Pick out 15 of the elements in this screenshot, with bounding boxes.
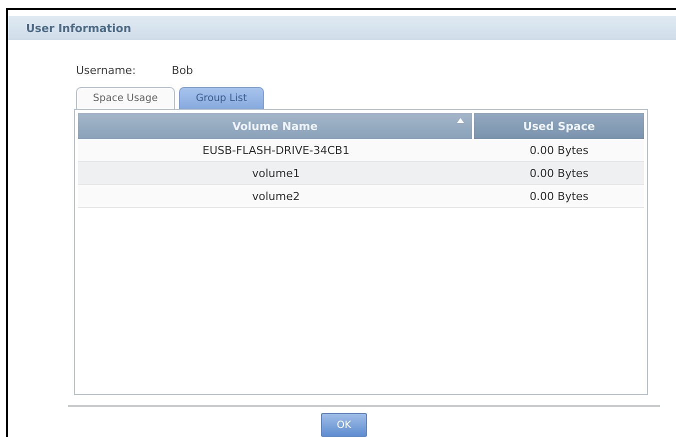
- username-value: Bob: [172, 64, 194, 77]
- tab[interactable]: Space Usage: [76, 87, 175, 109]
- panel-title: User Information: [8, 16, 676, 40]
- sort-arrow-icon: [457, 118, 464, 123]
- table-cell-text: EUSB-FLASH-DRIVE-34CB1: [202, 144, 350, 156]
- table-cell-text: 0.00 Bytes: [528, 190, 590, 202]
- table-cell-text: volume2: [251, 190, 301, 202]
- column-header[interactable]: Volume Name: [78, 113, 472, 139]
- tab[interactable]: Group List: [178, 87, 264, 109]
- ok-button[interactable]: OK: [321, 413, 367, 437]
- table-cell-text: 0.00 Bytes: [528, 166, 590, 180]
- column-header[interactable]: Used Space: [474, 113, 644, 139]
- username-label: Username:: [76, 64, 136, 77]
- table-cell-text: 0.00 Bytes: [528, 144, 590, 156]
- table-cell-text: volume1: [251, 166, 301, 180]
